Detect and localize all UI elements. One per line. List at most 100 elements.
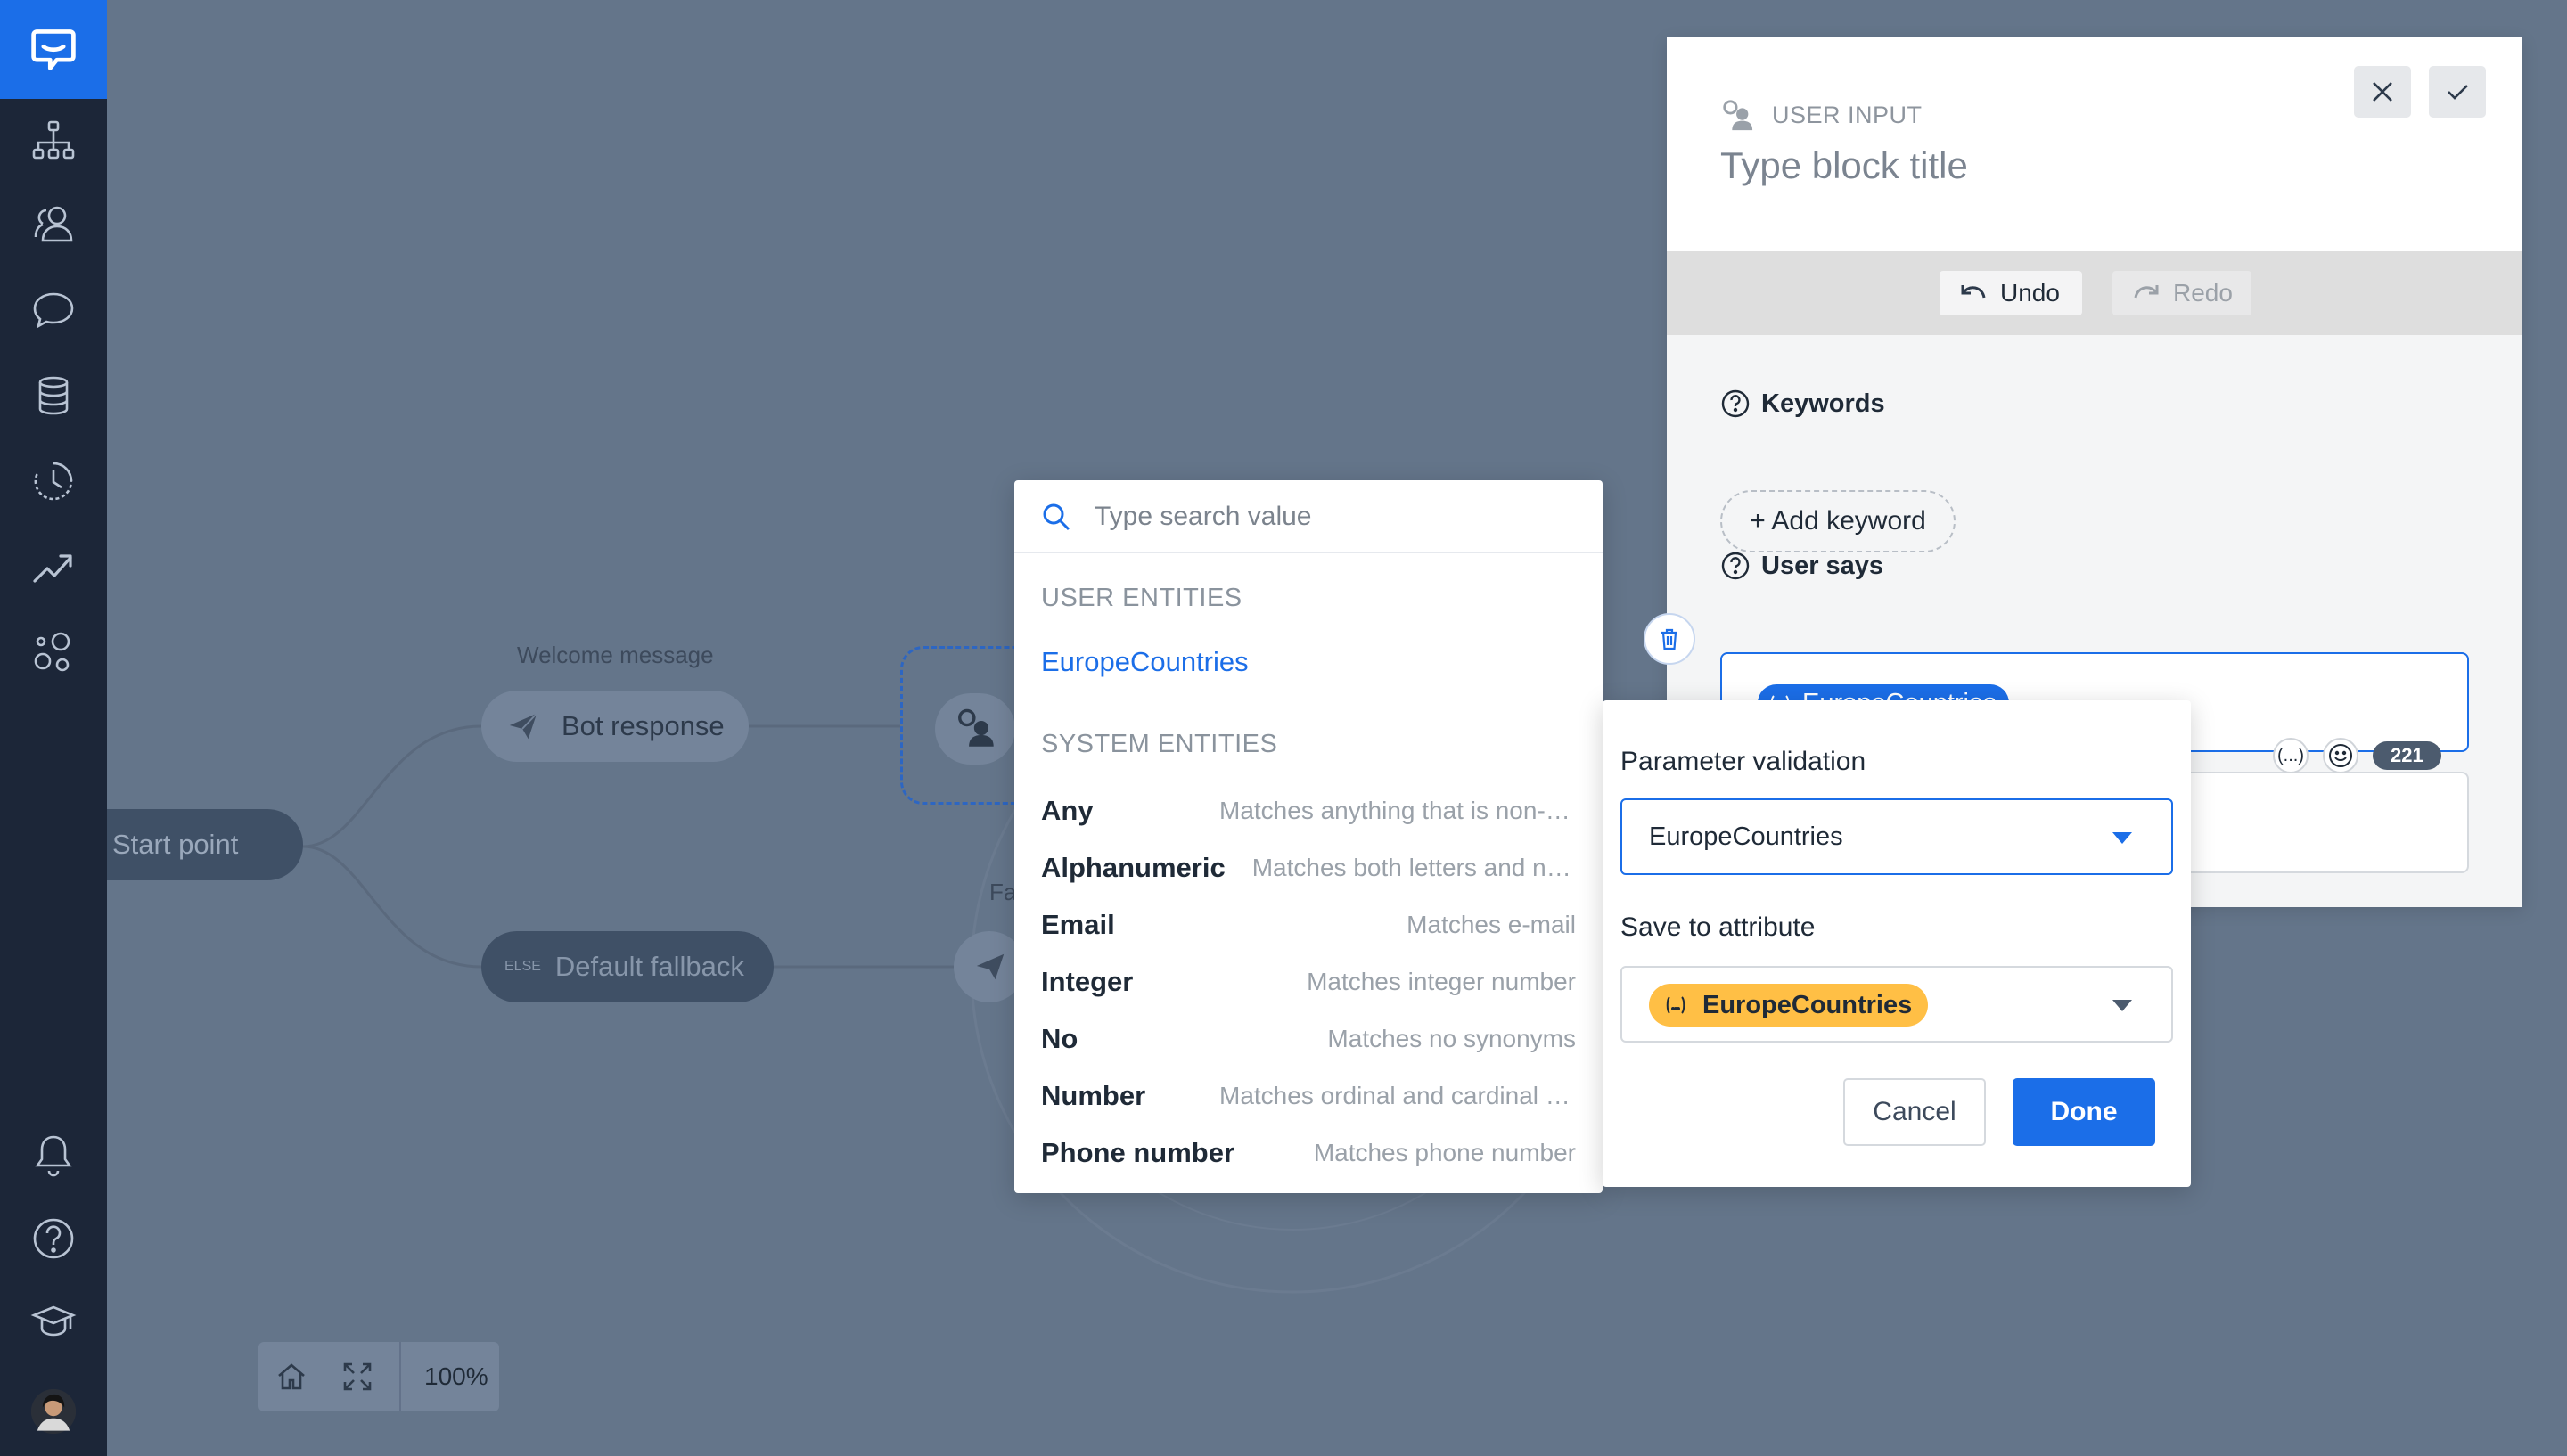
undo-icon [1961,285,1986,299]
app-sidebar [0,0,107,1456]
user-input-icon [958,708,994,747]
entity-name: Phone number [1041,1137,1235,1168]
stories-icon[interactable] [27,114,80,168]
audience-icon[interactable] [27,198,80,251]
database-icon[interactable] [27,369,80,422]
block-title-input[interactable]: Type block title [1720,144,1968,187]
check-icon [2448,85,2468,100]
block-header: USER INPUT Type block title [1667,37,2522,251]
send-icon [976,953,1005,980]
redo-icon [2134,285,2159,299]
keywords-section-label: Keywords [1720,389,1885,419]
undo-button[interactable]: Undo [1940,271,2082,315]
entity-name: Email [1041,909,1115,940]
entity-name: Any [1041,795,1094,826]
system-entity-item[interactable]: No Matches no synonyms [1041,1018,1576,1059]
default-fallback-label: Default fallback [554,951,744,982]
system-entity-item[interactable]: Number Matches ordinal and cardinal numb… [1041,1076,1576,1117]
user-says-tools: (...) 221 [2273,738,2441,773]
system-entity-item[interactable]: Alphanumeric Matches both letters and nu… [1041,847,1576,888]
attribute-chip-label: EuropeCountries [1702,990,1913,1019]
system-entity-item[interactable]: Email Matches e-mail [1041,904,1576,945]
system-entity-item[interactable]: Phone number Matches phone number [1041,1133,1576,1174]
zoom-level[interactable]: 100% [399,1342,488,1411]
delete-message-button[interactable] [1644,613,1695,665]
send-icon [509,713,537,740]
system-entities-header: SYSTEM ENTITIES [1041,730,1278,758]
user-entities-header: USER ENTITIES [1041,584,1242,612]
entity-description: Matches integer number [1307,968,1576,995]
block-type-label: USER INPUT [1772,101,1923,128]
confirm-panel-button[interactable] [2429,66,2486,118]
user-input-icon [1723,100,1753,131]
entity-name: Number [1041,1080,1146,1111]
chat-logo-icon[interactable] [0,0,107,99]
chevron-down-icon [2112,1000,2132,1011]
system-entity-item[interactable]: Any Matches anything that is non-empty [1041,790,1576,831]
chevron-down-icon [2112,832,2132,844]
entity-name: Integer [1041,966,1134,997]
save-to-attribute-select[interactable]: EuropeCountries [1620,966,2173,1043]
avatar[interactable] [27,1385,80,1438]
parameter-validation-select[interactable]: EuropeCountries [1620,798,2173,875]
close-panel-button[interactable] [2354,66,2411,118]
else-tag: ELSE [504,959,541,974]
smiley-icon [2329,744,2352,767]
history-icon[interactable] [27,454,80,508]
start-point-label: Start point [112,829,239,860]
done-button[interactable]: Done [2013,1078,2155,1146]
keywords-label: Keywords [1761,389,1885,418]
search-icon [1043,503,1070,531]
attribute-chip: EuropeCountries [1649,984,1929,1027]
block-type: USER INPUT [1720,98,1923,132]
entity-description: Matches both letters and numbers [1251,854,1576,881]
partial-node-label: Fa [989,879,1017,905]
entity-name: Alphanumeric [1041,852,1226,883]
redo-label: Redo [2173,279,2233,307]
undo-label: Undo [2000,279,2060,307]
fit-screen-button[interactable] [324,1342,390,1411]
entity-description: Matches anything that is non-empty [1219,797,1576,824]
entity-name: No [1041,1023,1078,1054]
parameter-validation-value: EuropeCountries [1649,822,1843,851]
entity-picker-dropdown: USER ENTITIES EuropeCountries SYSTEM ENT… [1014,480,1603,1193]
add-keyword-button[interactable]: + Add keyword [1720,490,1956,552]
bot-response-node[interactable]: Bot response [481,691,749,762]
entity-description: Matches e-mail [1407,911,1576,938]
variable-icon [1666,996,1685,1014]
user-entity-item[interactable]: EuropeCountries [1041,646,1249,678]
home-view-button[interactable] [258,1342,324,1411]
emoji-button[interactable] [2323,738,2358,773]
insert-variable-button[interactable]: (...) [2273,738,2309,773]
user-says-section-label: User says [1720,551,1883,581]
entity-description: Matches ordinal and cardinal numbers [1219,1082,1576,1109]
bell-icon[interactable] [27,1128,80,1182]
analytics-icon[interactable] [27,540,80,593]
default-fallback-node[interactable]: ELSE Default fallback [481,931,774,1002]
expand-icon [343,1362,372,1391]
close-icon [2373,82,2392,102]
save-to-attribute-label: Save to attribute [1620,912,1816,942]
help-icon[interactable] [1720,551,1751,581]
character-counter: 221 [2373,741,2441,770]
system-entity-item[interactable]: Integer Matches integer number [1041,961,1576,1002]
redo-button[interactable]: Redo [2112,271,2251,315]
cancel-button[interactable]: Cancel [1843,1078,1986,1146]
zoom-toolbar: 100% [258,1342,499,1411]
entity-search-input[interactable] [1095,496,1576,537]
chat-bubble-icon[interactable] [27,283,80,337]
welcome-message-label: Welcome message [517,642,714,668]
academy-icon[interactable] [27,1296,80,1349]
trash-icon [1661,628,1677,650]
entity-search-bar [1014,480,1603,553]
parameter-validation-popup: Parameter validation EuropeCountries Sav… [1603,700,2191,1187]
integrations-icon[interactable] [27,626,80,679]
user-says-label: User says [1761,551,1884,580]
start-point-node[interactable]: Start point [107,809,303,880]
entity-description: Matches no synonyms [1327,1025,1576,1052]
help-icon[interactable] [1720,389,1751,419]
home-icon [278,1363,305,1390]
help-icon[interactable] [27,1212,80,1265]
entity-description: Matches phone number [1313,1139,1576,1166]
bot-response-label: Bot response [562,710,725,741]
